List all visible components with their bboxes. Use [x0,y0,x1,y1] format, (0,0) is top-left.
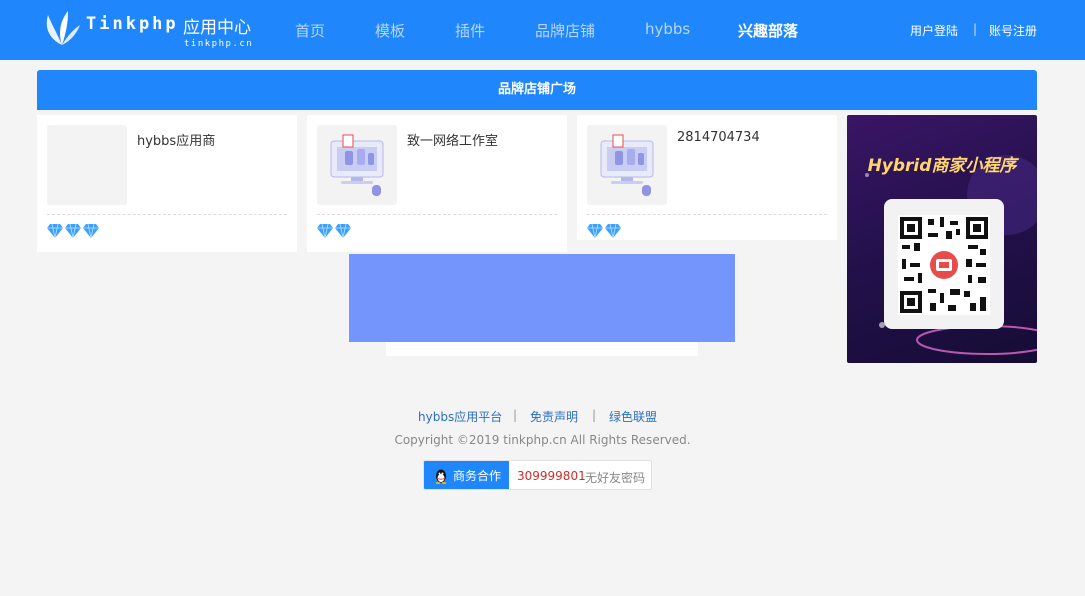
nav-plugins[interactable]: 插件 [455,20,485,41]
login-link[interactable]: 用户登陆 [910,22,958,39]
footer-link-green-alliance[interactable]: 绿色联盟 [609,408,657,425]
footer-separator: | [513,408,518,422]
shop-avatar[interactable] [47,125,127,205]
footer-separator: | [592,408,597,422]
promo-title: Hybrid商家小程序 [867,156,1017,176]
nav-home[interactable]: 首页 [295,20,325,41]
computer-illustration-icon [330,134,384,196]
diamond-icon [83,223,99,239]
card-divider [317,214,557,215]
register-link[interactable]: 账号注册 [989,22,1037,39]
nav-hybbs[interactable]: hybbs [645,20,690,38]
shop-name[interactable]: 2814704734 [677,130,760,145]
footer-link-disclaimer[interactable]: 免责声明 [530,408,578,425]
mini-program-promo[interactable]: Hybrid商家小程序 [847,115,1037,363]
diamond-icon [605,223,621,239]
nav-interest-tribe[interactable]: 兴趣部落 [738,20,798,41]
shop-name[interactable]: 致一网络工作室 [407,130,498,149]
qr-code-icon [898,215,990,315]
card-divider [47,214,287,215]
diamond-icon [335,223,351,239]
shop-card[interactable]: 致一网络工作室 [307,115,567,252]
leaf-logo-icon [46,11,80,45]
footer-link-platform[interactable]: hybbs应用平台 [418,408,502,425]
nav-brand-shops[interactable]: 品牌店铺 [535,20,595,41]
logo-wordmark: Tinkphp [86,14,179,34]
qq-penguin-icon [435,469,447,484]
diamond-icon [47,223,63,239]
shop-card[interactable]: hybbs应用商 [37,115,297,252]
ad-block[interactable] [349,254,735,342]
business-cooperation[interactable]: 商务合作 309999801 无好友密码 [423,460,652,490]
copyright-text: Copyright ©2019 tinkphp.cn All Rights Re… [394,433,691,447]
shop-name[interactable]: hybbs应用商 [137,130,215,149]
shop-avatar[interactable] [317,125,397,205]
shop-rating [587,223,623,239]
logo-domain: tinkphp.cn [184,39,254,49]
logo-subtitle: 应用中心 [183,18,251,38]
shop-rating [317,223,353,239]
shop-card[interactable]: 2814704734 [577,115,837,252]
top-header: Tinkphp 应用中心 tinkphp.cn 首页 模板 插件 品牌店铺 hy… [0,0,1085,60]
section-title-bar: 品牌店铺广场 [37,70,1037,110]
qq-number: 309999801 [517,469,586,483]
site-logo[interactable]: Tinkphp 应用中心 tinkphp.cn [42,8,257,52]
diamond-icon [65,223,81,239]
qr-code-frame [884,199,1004,329]
qq-note: 无好友密码 [585,471,646,485]
shop-avatar[interactable] [587,125,667,205]
business-cooperation-button[interactable]: 商务合作 [424,461,509,489]
overlay-strip [386,342,698,356]
shop-rating [47,223,101,239]
business-cooperation-label: 商务合作 [453,469,502,483]
computer-illustration-icon [600,134,654,196]
header-separator: | [973,22,978,36]
diamond-icon [317,223,333,239]
overlay-strip [567,240,837,254]
diamond-icon [587,223,603,239]
nav-templates[interactable]: 模板 [375,20,405,41]
section-title: 品牌店铺广场 [497,82,576,97]
card-divider [587,214,827,215]
